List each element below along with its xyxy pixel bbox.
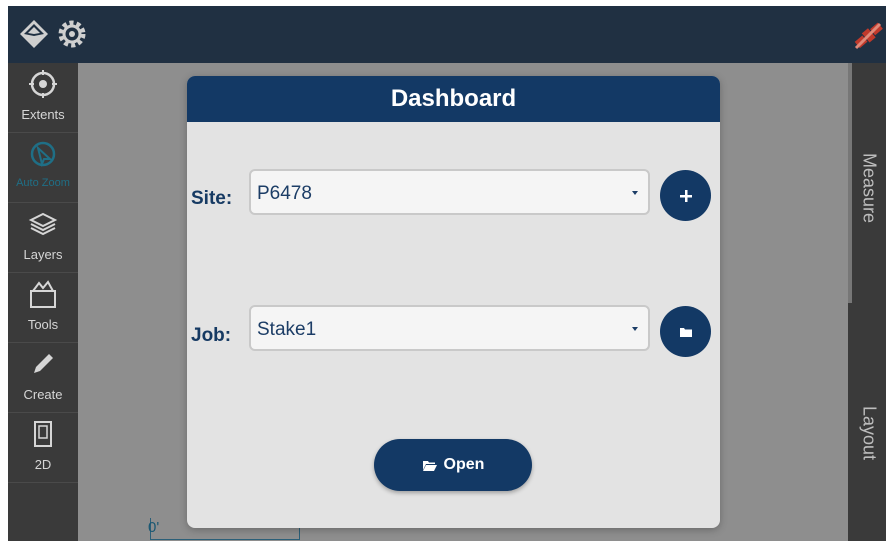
dropdown-caret-icon <box>632 191 638 195</box>
folder-open-icon <box>422 460 437 471</box>
sidebar-item-extents[interactable]: Extents <box>8 63 78 133</box>
sidebar-item-label: Auto Zoom <box>16 177 70 189</box>
open-button-label: Open <box>443 456 485 473</box>
sidebar-item-create[interactable]: Create <box>8 343 78 413</box>
layers-icon <box>28 212 58 236</box>
scale-label: 0' <box>148 519 160 536</box>
job-value: Stake1 <box>257 319 317 340</box>
tab-layout[interactable]: Layout <box>852 383 886 483</box>
site-label: Site: <box>191 188 233 209</box>
auto-zoom-icon <box>30 141 56 168</box>
dropdown-caret-icon <box>632 327 638 331</box>
app-window: Extents Auto Zoom Layers Tools Create 2D… <box>8 6 886 541</box>
sidebar-item-auto-zoom[interactable]: Auto Zoom <box>8 133 78 203</box>
sidebar-item-label: Tools <box>27 317 59 332</box>
top-toolbar <box>8 6 886 63</box>
site-select[interactable]: P6478 <box>249 169 650 215</box>
browse-job-button[interactable] <box>660 306 711 357</box>
tab-measure[interactable]: Measure <box>852 133 886 243</box>
folder-icon <box>679 327 692 337</box>
plus-icon <box>679 189 692 202</box>
layers-logo-icon[interactable] <box>16 16 52 52</box>
sidebar-item-label: Extents <box>21 107 65 122</box>
site-value: P6478 <box>257 183 312 204</box>
sidebar-item-label: 2D <box>34 457 52 472</box>
dashboard-dialog: Dashboard Site: P6478 Job: Stake1 Open <box>187 76 720 528</box>
left-sidebar: Extents Auto Zoom Layers Tools Create 2D <box>8 63 78 541</box>
pencil-icon <box>34 354 53 373</box>
job-label: Job: <box>191 325 232 346</box>
2d-view-icon <box>34 421 52 447</box>
job-select[interactable]: Stake1 <box>249 305 650 351</box>
extents-icon <box>29 70 57 98</box>
dialog-title: Dashboard <box>187 76 720 122</box>
tools-icon <box>30 280 56 308</box>
gear-icon[interactable] <box>54 16 90 52</box>
gps-disconnected-icon[interactable] <box>850 18 886 54</box>
add-site-button[interactable] <box>660 170 711 221</box>
sidebar-item-label: Layers <box>23 247 63 262</box>
sidebar-item-layers[interactable]: Layers <box>8 203 78 273</box>
open-button[interactable]: Open <box>374 439 532 491</box>
sidebar-item-label: Create <box>23 387 63 402</box>
sidebar-item-tools[interactable]: Tools <box>8 273 78 343</box>
right-sidebar: Measure Layout <box>848 63 886 541</box>
sidebar-item-2d[interactable]: 2D <box>8 413 78 483</box>
